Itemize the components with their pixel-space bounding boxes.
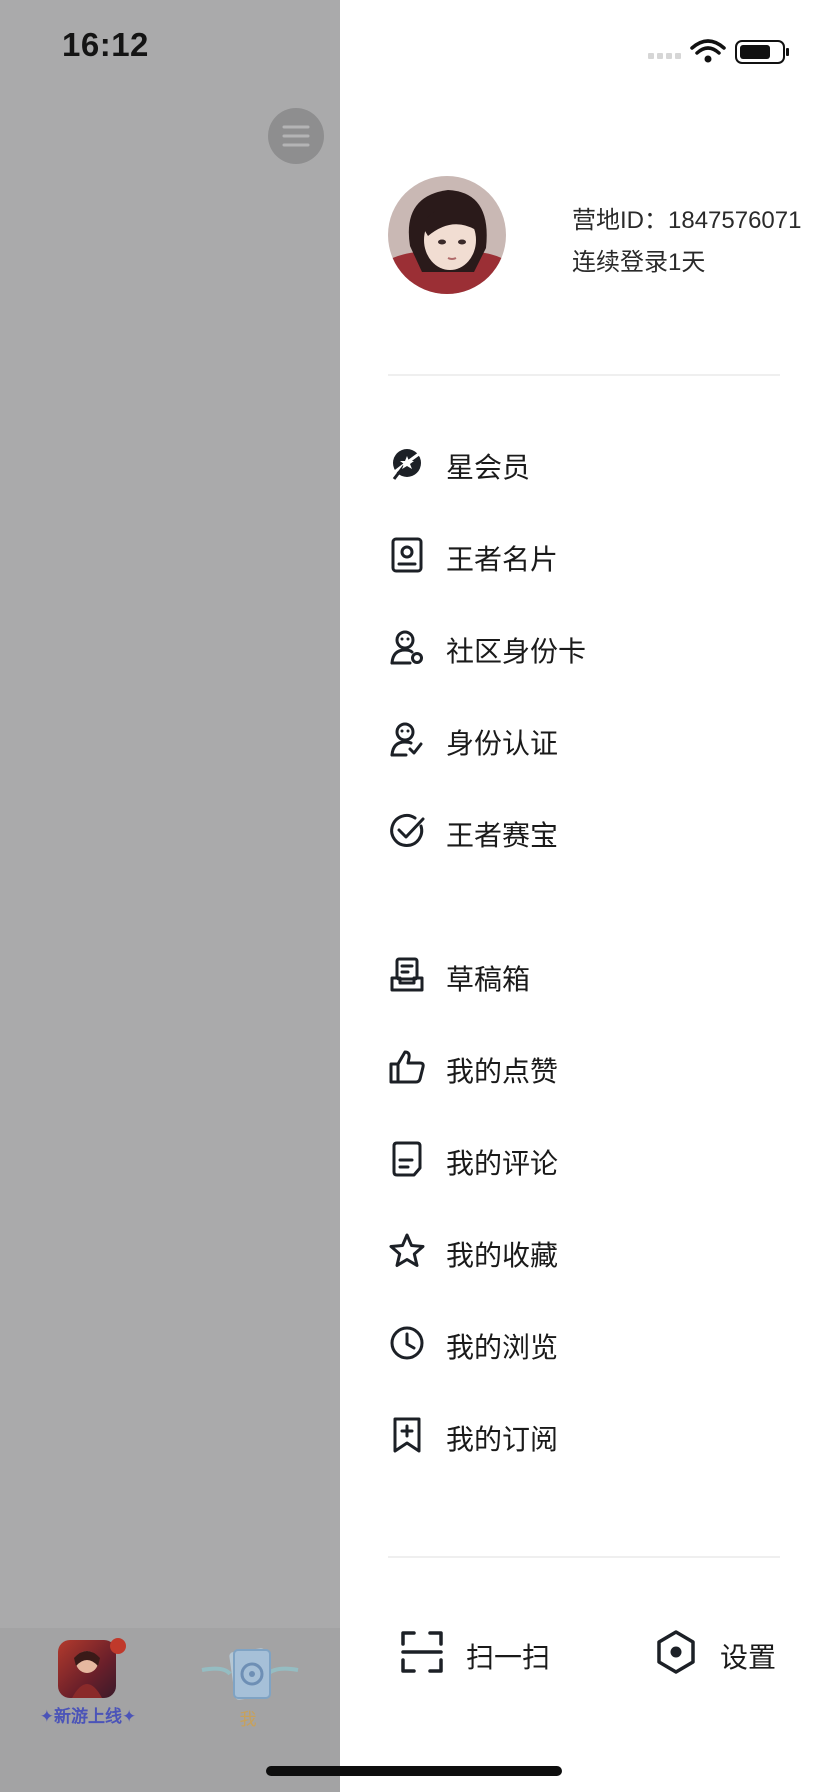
divider <box>388 1556 780 1558</box>
menu-toggle-button[interactable] <box>268 108 324 164</box>
avatar[interactable] <box>388 176 506 294</box>
me-tab-icon <box>201 1648 299 1700</box>
star-icon <box>389 1233 425 1267</box>
tab-me-label: 我 <box>239 1710 257 1729</box>
notification-dot <box>110 1638 126 1654</box>
status-icons <box>634 36 794 66</box>
menu-item-label: 我的收藏 <box>446 1240 559 1271</box>
menu-item-label: 我的订阅 <box>446 1424 559 1455</box>
settings-button[interactable]: 设置 <box>654 1622 794 1682</box>
menu-item-label: 我的点赞 <box>446 1056 559 1087</box>
name-card-icon <box>391 537 423 573</box>
battery-icon <box>735 40 789 64</box>
menu-item-name-card[interactable]: 王者名片 <box>388 524 780 584</box>
menu-item-my-favorites[interactable]: 我的收藏 <box>388 1220 780 1280</box>
comment-doc-icon <box>392 1141 422 1177</box>
background-overlay[interactable] <box>0 0 340 1792</box>
verify-icon <box>390 722 423 757</box>
menu-item-my-comments[interactable]: 我的评论 <box>388 1128 780 1188</box>
menu-item-star-member[interactable]: 星会员 <box>388 432 780 492</box>
login-streak: 连续登录1天 <box>572 249 706 276</box>
menu-item-my-likes[interactable]: 我的点赞 <box>388 1036 780 1096</box>
scan-icon <box>401 1631 443 1673</box>
tab-new-games[interactable]: ✦新游上线✦ <box>36 1638 176 1726</box>
game-thumbnail-icon <box>58 1640 116 1698</box>
bookmark-plus-icon <box>393 1417 421 1453</box>
menu-item-drafts[interactable]: 草稿箱 <box>388 944 780 1004</box>
side-drawer: 营地ID：1847576071 连续登录1天 星会员 王者名片 社区身份卡 身份… <box>340 0 828 1792</box>
draft-box-icon <box>390 957 424 992</box>
scan-label: 扫一扫 <box>466 1642 551 1673</box>
profile-id: 营地ID：1847576071 <box>572 207 802 234</box>
scan-button[interactable]: 扫一扫 <box>400 1622 580 1682</box>
clock-icon <box>390 1326 424 1360</box>
menu-item-king-saibao[interactable]: 王者赛宝 <box>388 800 780 860</box>
tab-me[interactable]: 我 <box>200 1640 310 1729</box>
menu-item-label: 王者赛宝 <box>446 820 559 851</box>
divider <box>388 374 780 376</box>
profile-header[interactable]: 营地ID：1847576071 连续登录1天 <box>388 176 808 296</box>
menu-item-my-subscriptions[interactable]: 我的订阅 <box>388 1404 780 1464</box>
menu-item-label: 草稿箱 <box>446 964 531 995</box>
signal-icon <box>648 53 681 59</box>
thumbs-up-icon <box>389 1050 425 1084</box>
tab-new-games-label: ✦新游上线✦ <box>39 1707 137 1726</box>
menu-item-my-history[interactable]: 我的浏览 <box>388 1312 780 1372</box>
menu-item-community-id[interactable]: 社区身份卡 <box>388 616 780 676</box>
menu-item-label: 星会员 <box>446 452 531 483</box>
menu-item-label: 身份认证 <box>446 728 559 759</box>
star-member-icon <box>390 449 424 480</box>
settings-label: 设置 <box>720 1642 777 1673</box>
hamburger-icon <box>282 125 310 147</box>
menu-item-label: 我的浏览 <box>446 1332 559 1363</box>
community-id-icon <box>390 630 423 665</box>
check-circle-icon <box>390 813 425 847</box>
wifi-icon <box>690 39 726 63</box>
menu-item-label: 我的评论 <box>446 1148 559 1179</box>
menu-item-identity-verify[interactable]: 身份认证 <box>388 708 780 768</box>
menu-item-label: 社区身份卡 <box>446 636 587 667</box>
status-time: 16:12 <box>62 26 149 63</box>
menu-item-label: 王者名片 <box>446 544 559 575</box>
settings-hexagon-icon <box>657 1630 695 1674</box>
home-indicator[interactable] <box>266 1766 562 1776</box>
